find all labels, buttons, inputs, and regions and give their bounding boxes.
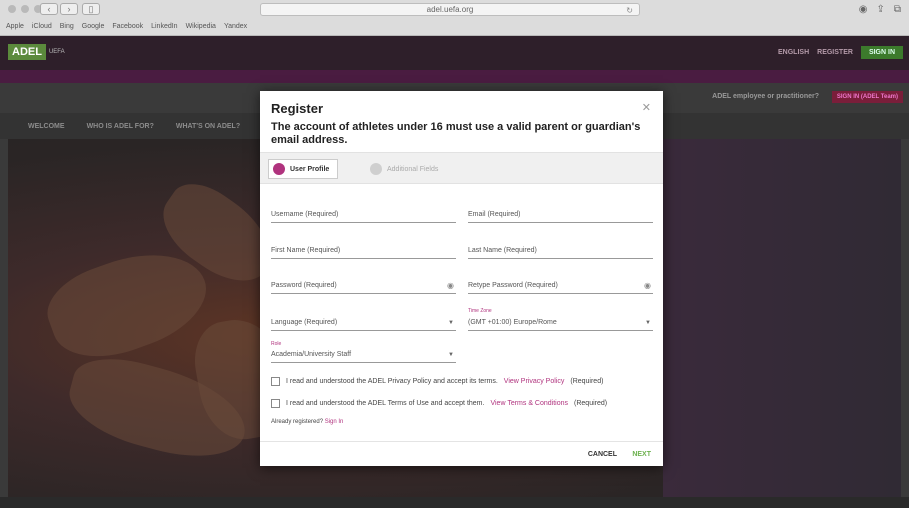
bookmarks-bar: Apple iCloud Bing Google Facebook Linked… (6, 20, 901, 34)
step-inactive-dot (370, 163, 382, 175)
email-placeholder: Email (Required) (468, 211, 521, 218)
stepper: User Profile Additional Fields (260, 152, 663, 184)
minimize-window-button[interactable] (21, 5, 29, 13)
first-name-field[interactable]: First Name (Required) (271, 245, 456, 259)
terms-row: I read and understood the ADEL Terms of … (271, 399, 607, 408)
sidebar-toggle-icon[interactable]: ▯ (82, 3, 100, 15)
bookmark-item[interactable]: Facebook (112, 20, 143, 34)
page-footer (0, 497, 909, 508)
tab-welcome[interactable]: WELCOME (28, 123, 65, 130)
tab-who-is-adel-for[interactable]: WHO IS ADEL FOR? (87, 123, 154, 130)
email-field[interactable]: Email (Required) (468, 209, 653, 223)
age-warning: The account of athletes under 16 must us… (271, 121, 641, 146)
terms-text: I read and understood the ADEL Terms of … (286, 400, 485, 407)
terms-required: (Required) (574, 400, 608, 407)
reload-icon[interactable]: ↻ (626, 5, 633, 16)
first-name-placeholder: First Name (Required) (271, 247, 341, 254)
bookmark-item[interactable]: iCloud (32, 20, 52, 34)
privacy-row: I read and understood the ADEL Privacy P… (271, 377, 603, 386)
forward-button[interactable]: › (60, 3, 78, 15)
step-label: User Profile (290, 165, 330, 173)
sign-in-link[interactable]: Sign In (325, 419, 344, 425)
role-select[interactable]: Academia/University Staff ▼ (271, 349, 456, 363)
eye-icon[interactable]: ◉ (447, 280, 454, 292)
bookmark-item[interactable]: Bing (60, 20, 74, 34)
eye-icon[interactable]: ◉ (644, 280, 651, 292)
logo-mark: ADEL (8, 44, 46, 60)
step-user-profile[interactable]: User Profile (268, 159, 339, 179)
close-icon[interactable]: ✕ (642, 101, 651, 114)
modal-footer: CANCEL NEXT (260, 441, 663, 466)
bookmark-item[interactable]: Google (82, 20, 105, 34)
step-active-dot (273, 163, 285, 175)
step-additional-fields[interactable]: Additional Fields (370, 159, 438, 179)
privacy-required: (Required) (570, 378, 604, 385)
timezone-select[interactable]: (GMT +01:00) Europe/Rome ▼ (468, 317, 653, 331)
cancel-button[interactable]: CANCEL (588, 451, 617, 458)
close-window-button[interactable] (8, 5, 16, 13)
timezone-label: Time Zone (468, 308, 492, 314)
employee-sign-in-button[interactable]: SIGN IN (ADEL Team) (831, 91, 903, 103)
bookmark-item[interactable]: LinkedIn (151, 20, 177, 34)
address-bar[interactable]: adel.uefa.org ↻ (260, 3, 640, 16)
terms-checkbox[interactable] (271, 399, 280, 408)
retype-password-placeholder: Retype Password (Required) (468, 282, 558, 289)
browser-toolbar: ◉ ⇪ ⧉ (859, 4, 901, 15)
modal-title: Register (271, 101, 324, 116)
next-button[interactable]: NEXT (632, 451, 651, 458)
back-button[interactable]: ‹ (40, 3, 58, 15)
tab-whats-on-adel[interactable]: WHAT'S ON ADEL? (176, 123, 240, 130)
language-placeholder: Language (Required) (271, 319, 338, 326)
already-text: Already registered? (271, 419, 324, 425)
language-selector[interactable]: ENGLISH (778, 49, 809, 56)
terms-link[interactable]: View Terms & Conditions (490, 400, 568, 407)
password-field[interactable]: Password (Required) ◉ (271, 280, 456, 294)
hero-side-panel (663, 139, 901, 497)
logo-sub: UEFA (48, 49, 65, 55)
breadcrumb (0, 70, 909, 83)
last-name-placeholder: Last Name (Required) (468, 247, 537, 254)
last-name-field[interactable]: Last Name (Required) (468, 245, 653, 259)
role-label: Role (271, 341, 282, 347)
tabs-icon[interactable]: ⧉ (894, 4, 901, 15)
timezone-value: (GMT +01:00) Europe/Rome (468, 319, 557, 326)
step-label: Additional Fields (387, 165, 439, 173)
register-button[interactable]: REGISTER (817, 49, 853, 56)
bookmark-item[interactable]: Wikipedia (186, 20, 216, 34)
site-header: ADEL UEFA ENGLISH REGISTER SIGN IN (0, 36, 909, 70)
username-field[interactable]: Username (Required) (271, 209, 456, 223)
password-placeholder: Password (Required) (271, 282, 337, 289)
share-icon[interactable]: ⇪ (876, 4, 884, 15)
already-registered: Already registered? Sign In (271, 419, 343, 425)
header-actions: ENGLISH REGISTER SIGN IN (778, 46, 903, 59)
window-controls (8, 5, 42, 13)
retype-password-field[interactable]: Retype Password (Required) ◉ (468, 280, 653, 294)
chevron-down-icon: ▼ (448, 320, 454, 326)
username-placeholder: Username (Required) (271, 211, 339, 218)
privacy-text: I read and understood the ADEL Privacy P… (286, 378, 498, 385)
privacy-checkbox[interactable] (271, 377, 280, 386)
extension-icon[interactable]: ◉ (859, 4, 868, 15)
language-select[interactable]: Language (Required) ▼ (271, 317, 456, 331)
role-value: Academia/University Staff (271, 351, 352, 358)
bookmark-item[interactable]: Yandex (224, 20, 247, 34)
chevron-down-icon: ▼ (645, 320, 651, 326)
site-logo[interactable]: ADEL UEFA (8, 44, 65, 60)
register-modal: Register ✕ The account of athletes under… (260, 91, 663, 466)
bookmark-item[interactable]: Apple (6, 20, 24, 34)
sign-in-button[interactable]: SIGN IN (860, 46, 903, 59)
url-text: adel.uefa.org (426, 5, 474, 14)
browser-chrome: ‹ › ▯ adel.uefa.org ↻ ◉ ⇪ ⧉ Apple iCloud… (0, 0, 909, 36)
privacy-policy-link[interactable]: View Privacy Policy (504, 378, 565, 385)
employee-question: ADEL employee or practitioner? (712, 93, 819, 100)
chevron-down-icon: ▼ (448, 352, 454, 358)
